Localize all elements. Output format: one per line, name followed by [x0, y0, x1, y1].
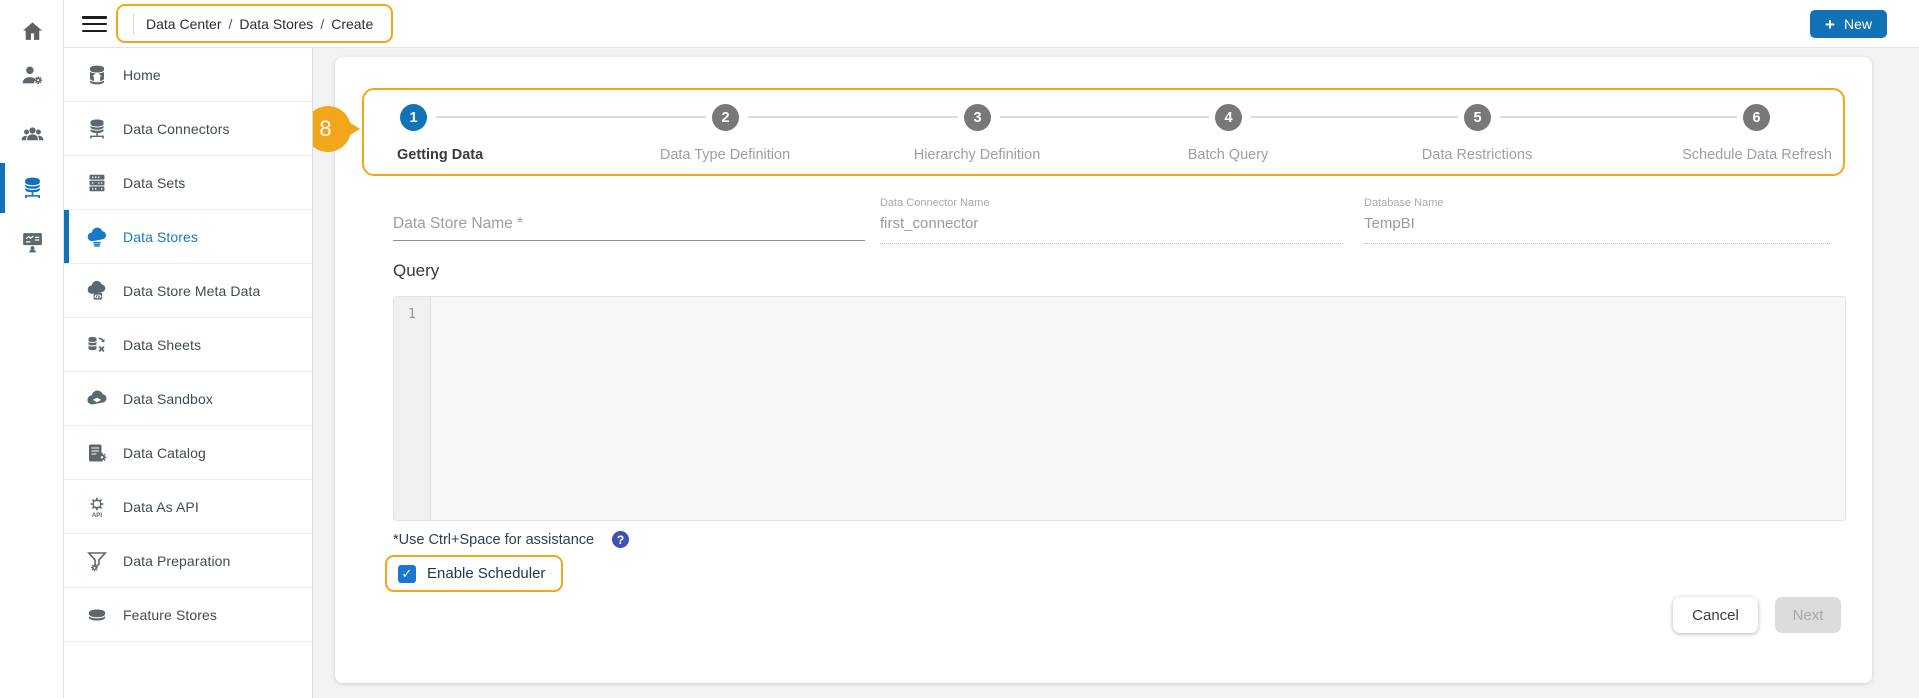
- next-button[interactable]: Next: [1775, 597, 1841, 633]
- sidebar-item-data-sets[interactable]: Data Sets: [64, 156, 312, 210]
- step-connector: [1251, 116, 1458, 118]
- sidebar-item-home[interactable]: Home: [64, 48, 312, 102]
- content-card: 8 1 2 3 4 5 6 Getting Data Data Type Def…: [305, 57, 1872, 683]
- sidebar-item-label: Data Stores: [123, 228, 199, 245]
- step-4-label: Batch Query: [1187, 147, 1269, 163]
- editor-code-area[interactable]: [431, 297, 1845, 520]
- sidebar-item-label: Data Sandbox: [123, 390, 213, 407]
- sidebar-item-data-sandbox[interactable]: Data Sandbox: [64, 372, 312, 426]
- query-heading: Query: [393, 261, 440, 280]
- sidebar-item-data-as-api[interactable]: API Data As API: [64, 480, 312, 534]
- feature-database-icon: [88, 609, 106, 620]
- database-name-field: Database Name TempBI: [1364, 197, 1830, 244]
- sidebar-item-label: Data Sheets: [123, 336, 202, 353]
- data-connector-name-value: first_connector: [880, 215, 1343, 244]
- enable-scheduler-checkbox[interactable]: ✓: [398, 564, 416, 583]
- breadcrumb-item-data-stores[interactable]: Data Stores: [239, 16, 313, 32]
- ctrl-space-hint: *Use Ctrl+Space for assistance: [393, 531, 595, 548]
- cloud-code-icon: [87, 280, 106, 300]
- breadcrumb-item-create: Create: [331, 15, 374, 32]
- breadcrumb-separator: /: [320, 15, 325, 32]
- sidebar-item-data-sheets[interactable]: Data Sheets: [64, 318, 312, 372]
- sidebar-item-label: Data Store Meta Data: [123, 282, 261, 299]
- top-bar: Data Center / Data Stores / Create + New: [64, 0, 1919, 48]
- data-connector-name-label: Data Connector Name: [880, 197, 990, 209]
- step-connector: [1500, 116, 1737, 118]
- breadcrumb-annotation-box: Data Center / Data Stores / Create: [116, 4, 394, 43]
- sidebar-item-data-store-meta-data[interactable]: Data Store Meta Data: [64, 264, 312, 318]
- step-connector: [748, 116, 958, 118]
- plus-icon: +: [1825, 14, 1835, 34]
- svg-text:API: API: [92, 511, 103, 518]
- cloud-database-icon: [87, 227, 107, 247]
- data-store-name-field: [393, 207, 865, 241]
- breadcrumb-separator: /: [228, 15, 233, 32]
- cloud-icon: [87, 390, 107, 405]
- help-icon[interactable]: ?: [612, 531, 630, 548]
- data-store-name-input[interactable]: [393, 207, 865, 241]
- stepper-annotation-box: 1 2 3 4 5 6 Getting Data Data Type Defin…: [362, 88, 1845, 176]
- step-6-circle[interactable]: 6: [1743, 104, 1770, 131]
- database-name-label: Database Name: [1364, 197, 1444, 209]
- enable-scheduler-label: Enable Scheduler: [427, 565, 546, 582]
- database-network-icon: [90, 119, 104, 138]
- sidebar-item-label: Data As API: [123, 498, 199, 515]
- database-home-icon: [89, 65, 105, 84]
- sidebar-item-label: Home: [123, 66, 161, 83]
- step-connector: [1000, 116, 1209, 118]
- editor-line-number: 1: [394, 297, 431, 520]
- sidebar-item-label: Data Catalog: [123, 444, 206, 461]
- step-connector: [436, 116, 706, 118]
- step-5-label: Data Restrictions: [1421, 147, 1533, 163]
- database-name-value: TempBI: [1364, 215, 1830, 244]
- query-editor: 1: [393, 296, 1846, 521]
- sidebar: Home Data Connectors Data Sets Data Stor…: [64, 48, 313, 698]
- server-stack-icon: [89, 174, 105, 191]
- data-connector-name-field: Data Connector Name first_connector: [880, 197, 1343, 244]
- api-gear-icon: API: [90, 497, 104, 518]
- users-icon[interactable]: [0, 122, 64, 148]
- sidebar-item-feature-stores[interactable]: Feature Stores: [64, 588, 312, 642]
- step-1-label: Getting Data: [397, 147, 484, 163]
- step-6-label: Schedule Data Refresh: [1682, 147, 1832, 163]
- sidebar-item-label: Data Connectors: [123, 120, 230, 137]
- data-server-icon[interactable]: [0, 174, 64, 200]
- assist-row: *Use Ctrl+Space for assistance ?: [393, 531, 630, 548]
- hamburger-menu-icon[interactable]: [82, 16, 107, 33]
- breadcrumb-item-data-center[interactable]: Data Center: [146, 16, 221, 32]
- step-3-circle[interactable]: 3: [964, 104, 991, 131]
- dashboard-user-icon[interactable]: [0, 228, 64, 254]
- sidebar-item-label: Data Sets: [123, 174, 186, 191]
- funnel-gear-icon: [86, 551, 108, 571]
- new-button-label: New: [1843, 16, 1872, 32]
- step-2-circle[interactable]: 2: [712, 104, 739, 131]
- step-2-label: Data Type Definition: [659, 147, 791, 163]
- home-icon[interactable]: [0, 18, 64, 44]
- main-area: 8 1 2 3 4 5 6 Getting Data Data Type Def…: [305, 48, 1919, 698]
- step-3-label: Hierarchy Definition: [913, 147, 1041, 163]
- sidebar-item-data-preparation[interactable]: Data Preparation: [64, 534, 312, 588]
- cancel-button[interactable]: Cancel: [1673, 597, 1758, 633]
- sheet-sync-icon: [88, 336, 105, 352]
- step-4-circle[interactable]: 4: [1215, 104, 1242, 131]
- sidebar-item-data-catalog[interactable]: Data Catalog: [64, 426, 312, 480]
- new-button[interactable]: + New: [1810, 10, 1887, 38]
- sidebar-item-data-stores[interactable]: Data Stores: [64, 210, 312, 264]
- catalog-gear-icon: [89, 444, 107, 462]
- sidebar-item-label: Data Preparation: [123, 552, 231, 569]
- user-settings-icon[interactable]: [0, 62, 64, 88]
- scheduler-annotation-box: ✓ Enable Scheduler: [385, 555, 564, 592]
- sidebar-item-label: Feature Stores: [123, 606, 217, 623]
- step-5-circle[interactable]: 5: [1464, 104, 1491, 131]
- sidebar-item-data-connectors[interactable]: Data Connectors: [64, 102, 312, 156]
- step-1-circle[interactable]: 1: [400, 104, 427, 131]
- icon-rail: [0, 0, 64, 698]
